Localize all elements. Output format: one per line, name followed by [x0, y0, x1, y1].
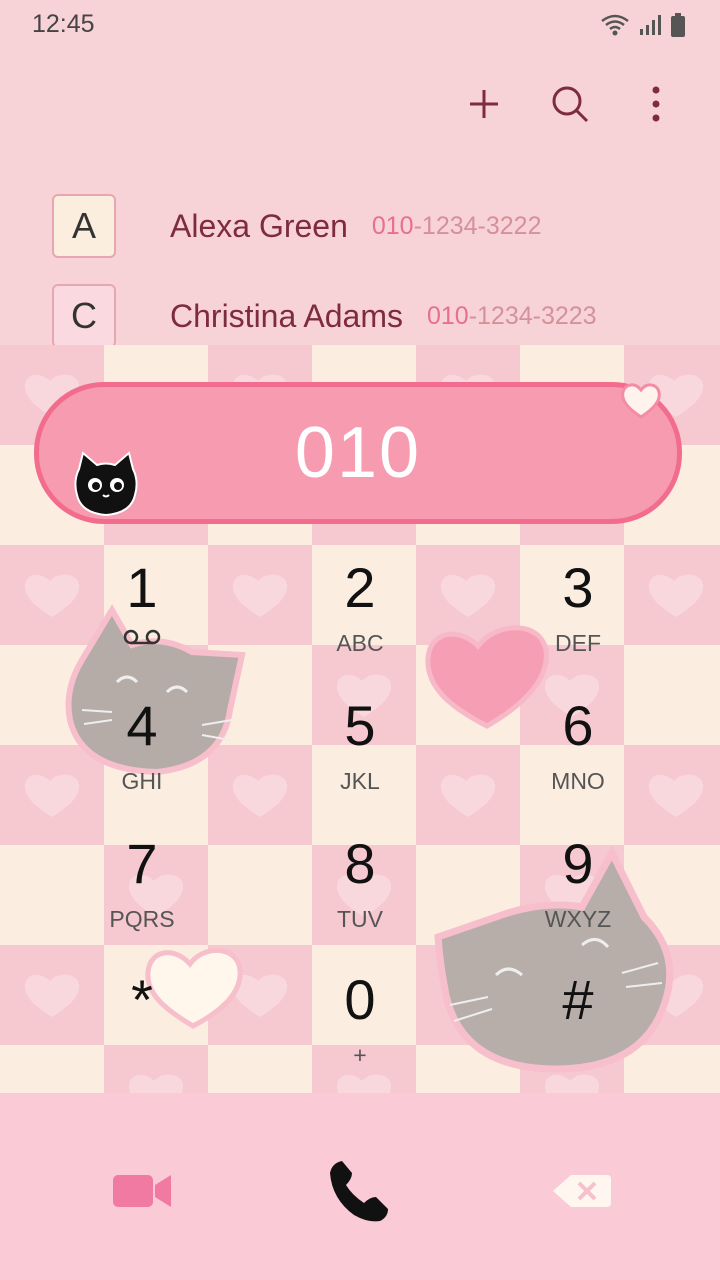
add-contact-button[interactable]	[460, 78, 508, 130]
more-vert-icon	[652, 86, 660, 122]
video-call-icon	[113, 1175, 171, 1207]
dial-key[interactable]: 3 DEF	[498, 560, 658, 690]
black-cat-icon	[74, 451, 138, 517]
dial-key[interactable]: 0 +	[280, 972, 440, 1102]
dial-key[interactable]: 6 MNO	[498, 698, 658, 828]
pattern-heart-icon	[438, 769, 498, 826]
search-button[interactable]	[546, 78, 594, 130]
status-time: 12:45	[32, 10, 95, 38]
contact-number: 010-1234-3222	[372, 212, 542, 241]
dial-key-digit: 6	[562, 694, 594, 757]
dial-key-digit: 2	[344, 556, 376, 619]
contact-suggestion[interactable]: A Alexa Green 010-1234-3222	[52, 194, 541, 258]
dial-key-letters: +	[353, 1042, 367, 1068]
dial-key-letters: JKL	[340, 768, 380, 794]
backspace-icon	[553, 1175, 611, 1207]
dial-key[interactable]: 5 JKL	[280, 698, 440, 828]
status-bar: 12:45	[0, 0, 720, 50]
bottom-action-bar	[0, 1093, 720, 1280]
contact-name: Christina Adams	[170, 297, 403, 334]
top-toolbar	[460, 78, 680, 130]
backspace-button[interactable]	[542, 1151, 622, 1231]
call-button[interactable]	[320, 1151, 400, 1231]
dial-key-digit: 5	[344, 694, 376, 757]
number-display: 010	[34, 382, 682, 524]
contact-suggestion[interactable]: C Christina Adams 010-1234-3223	[52, 284, 597, 348]
contact-number-match: 010	[371, 211, 414, 240]
dial-key[interactable]: 9 WXYZ	[498, 836, 658, 966]
dial-key-letters: ABC	[336, 630, 384, 656]
dial-key-letters: GHI	[121, 768, 163, 794]
dial-key[interactable]: *	[62, 972, 222, 1102]
battery-icon	[671, 13, 685, 37]
voicemail-icon	[122, 628, 162, 651]
dial-key-digit: 4	[126, 694, 158, 757]
dial-key-letters: MNO	[551, 768, 605, 794]
dial-key[interactable]: 1	[62, 560, 222, 690]
dial-key-letters: TUV	[337, 906, 383, 932]
contact-letter-avatar: C	[52, 284, 116, 348]
contact-number-rest: -1234-3222	[413, 211, 542, 240]
dial-key-digit: *	[131, 968, 153, 1031]
contact-number-match: 010	[426, 301, 469, 330]
dial-key-letters: PQRS	[109, 906, 175, 932]
heart-icon	[621, 383, 661, 419]
dial-key[interactable]: 8 TUV	[280, 836, 440, 966]
signal-icon	[640, 15, 661, 35]
dial-key-digit: 8	[344, 832, 376, 895]
dial-key[interactable]: 4 GHI	[62, 698, 222, 828]
contact-number: 010-1234-3223	[427, 302, 597, 331]
dial-key-letters: WXYZ	[544, 906, 612, 932]
wifi-icon	[601, 14, 629, 36]
dial-key[interactable]: #	[498, 972, 658, 1102]
more-options-button[interactable]	[632, 78, 680, 130]
dial-key-digit: 0	[344, 968, 376, 1031]
contact-letter-avatar: A	[52, 194, 116, 258]
status-icons	[600, 12, 686, 38]
video-call-button[interactable]	[102, 1151, 182, 1231]
dial-key-digit: 9	[562, 832, 594, 895]
dial-key-letters: DEF	[555, 630, 601, 656]
search-icon	[552, 86, 589, 123]
dial-key[interactable]: 7 PQRS	[62, 836, 222, 966]
dial-key-digit: 7	[126, 832, 158, 895]
dialed-number: 010	[294, 413, 422, 493]
contact-number-rest: -1234-3223	[468, 301, 597, 330]
dial-key-digit: 3	[562, 556, 594, 619]
phone-call-icon	[330, 1161, 388, 1222]
contact-name: Alexa Green	[170, 207, 348, 244]
dial-key-digit: #	[562, 968, 594, 1031]
dial-key[interactable]: 2 ABC	[280, 560, 440, 690]
add-icon	[470, 90, 498, 118]
dial-key-digit: 1	[126, 556, 158, 619]
